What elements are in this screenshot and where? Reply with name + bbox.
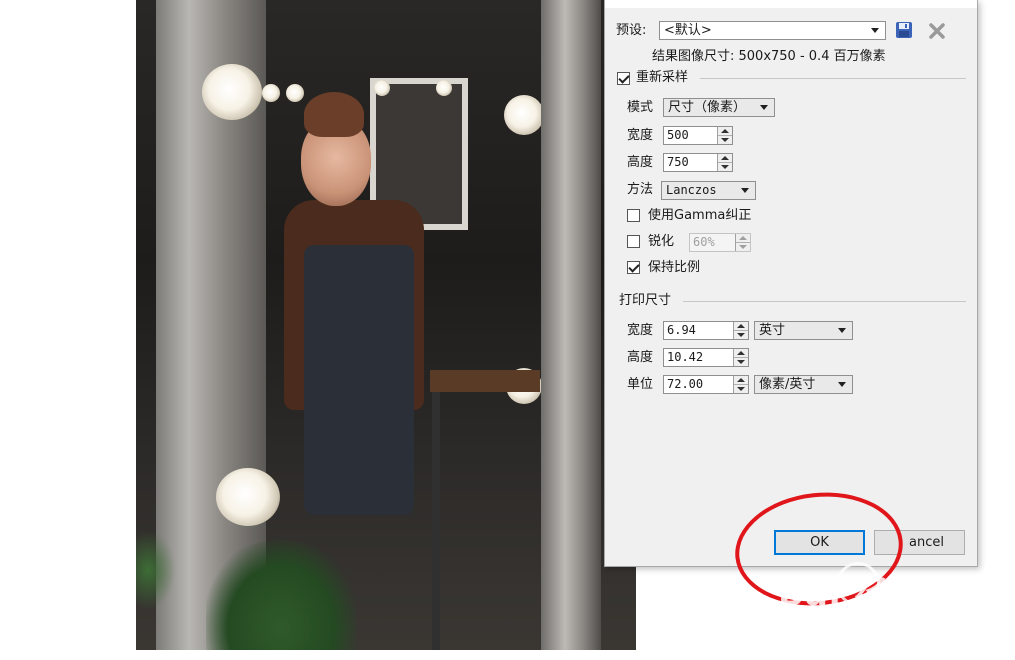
- plant-leaves: [206, 540, 356, 650]
- mirror-bulb: [216, 468, 280, 526]
- result-size-info: 结果图像尺寸: 500x750 - 0.4 百万像素: [652, 49, 886, 64]
- print-width-value: 6.94: [667, 323, 696, 337]
- width-label: 宽度: [627, 128, 654, 143]
- keep-ratio-label: 保持比例: [648, 260, 701, 275]
- mirror-frame-right: [541, 0, 601, 650]
- print-width-unit-select[interactable]: 英寸: [754, 321, 853, 340]
- mode-label: 模式: [627, 100, 654, 115]
- chevron-down-icon: [741, 188, 749, 193]
- print-width-unit-value: 英寸: [759, 323, 786, 338]
- sharpen-checkbox[interactable]: [627, 235, 640, 248]
- resolution-label: 单位: [627, 377, 654, 392]
- mode-value: 尺寸（像素）: [668, 100, 747, 115]
- method-label: 方法: [627, 182, 654, 197]
- print-width-label: 宽度: [627, 323, 654, 338]
- height-label: 高度: [627, 155, 654, 170]
- mirror-bulb: [262, 84, 280, 102]
- chevron-down-icon: [838, 382, 846, 387]
- method-select[interactable]: Lanczos: [661, 181, 756, 200]
- resolution-spinner-buttons[interactable]: [733, 376, 748, 393]
- resample-checkbox[interactable]: [617, 72, 630, 85]
- print-height-value: 10.42: [667, 350, 704, 364]
- chevron-down-icon: [838, 328, 846, 333]
- preset-value: <默认>: [664, 23, 712, 38]
- dialog-top-strip: [605, 0, 977, 8]
- delete-preset-icon[interactable]: [928, 22, 946, 40]
- width-pixels-value: 500: [667, 128, 689, 142]
- mode-select[interactable]: 尺寸（像素）: [663, 98, 775, 117]
- print-size-title: 打印尺寸: [619, 293, 672, 308]
- person-apron: [304, 245, 414, 515]
- mirror-bulb: [286, 84, 304, 102]
- gamma-checkbox[interactable]: [627, 209, 640, 222]
- print-width-spinner-buttons[interactable]: [733, 322, 748, 339]
- plant-leaves: [136, 530, 176, 610]
- preset-label: 预设:: [616, 23, 647, 38]
- print-width-input[interactable]: 6.94: [663, 321, 749, 340]
- print-height-input[interactable]: 10.42: [663, 348, 749, 367]
- height-spinner-buttons[interactable]: [717, 154, 732, 171]
- group-separator: [700, 78, 966, 79]
- height-pixels-value: 750: [667, 155, 689, 169]
- print-height-spinner-buttons[interactable]: [733, 349, 748, 366]
- watermark-logo: Bai 经验: [778, 574, 925, 614]
- preset-select[interactable]: <默认>: [659, 21, 886, 40]
- resolution-unit-value: 像素/英寸: [759, 377, 816, 392]
- mirror-bulb: [374, 80, 390, 96]
- group-separator: [683, 301, 966, 302]
- resize-dialog: 预设: <默认> 结果图像尺寸: 500x750 - 0.4 百万像素 重新采样…: [604, 0, 978, 567]
- sharpen-spinner-buttons: [735, 234, 750, 251]
- mirror-bulb: [504, 95, 544, 135]
- side-table: [430, 370, 540, 392]
- person-hair: [304, 92, 364, 137]
- keep-ratio-checkbox[interactable]: [627, 261, 640, 274]
- photo-preview: [136, 0, 636, 650]
- chevron-down-icon: [760, 105, 768, 110]
- resolution-unit-select[interactable]: 像素/英寸: [754, 375, 853, 394]
- method-value: Lanczos: [666, 183, 717, 197]
- sharpen-amount-value: 60%: [693, 235, 715, 249]
- sharpen-amount-input: 60%: [689, 233, 751, 252]
- chevron-down-icon: [871, 28, 879, 33]
- resolution-input[interactable]: 72.00: [663, 375, 749, 394]
- width-spinner-buttons[interactable]: [717, 127, 732, 144]
- table-leg: [432, 392, 440, 650]
- height-pixels-input[interactable]: 750: [663, 153, 733, 172]
- gamma-label: 使用Gamma纠正: [648, 208, 752, 223]
- sharpen-label: 锐化: [648, 234, 675, 249]
- width-pixels-input[interactable]: 500: [663, 126, 733, 145]
- resample-label: 重新采样: [636, 70, 689, 85]
- mirror-bulb: [202, 64, 262, 120]
- watermark-url: jingyan.baidu.com: [777, 625, 924, 641]
- print-height-label: 高度: [627, 350, 654, 365]
- mirror-bulb: [436, 80, 452, 96]
- save-preset-icon[interactable]: [895, 21, 913, 39]
- resolution-value: 72.00: [667, 377, 704, 391]
